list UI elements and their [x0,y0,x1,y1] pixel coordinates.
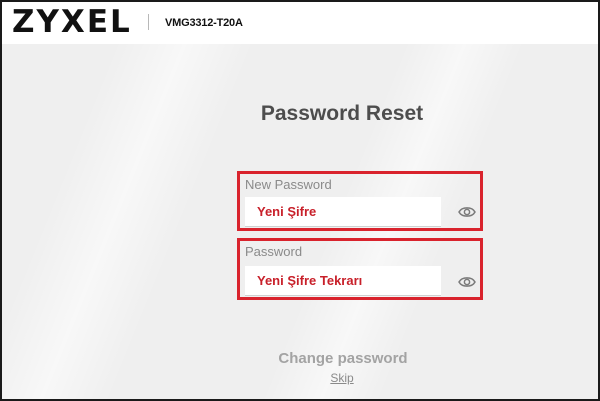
model-name: VMG3312-T20A [165,17,243,29]
page-title: Password Reset [260,102,424,125]
new-password-input[interactable]: Yeni Şifre [245,197,441,227]
header-divider [148,14,149,30]
confirm-password-group: Password Yeni Şifre Tekrarı [237,238,483,300]
change-password-button[interactable]: Change password [266,347,420,369]
header-bar: ZYXEL VMG3312-T20A [2,2,598,44]
eye-icon[interactable] [458,205,476,219]
confirm-password-input[interactable]: Yeni Şifre Tekrarı [245,266,441,296]
router-login-page: ZYXEL VMG3312-T20A Password Reset New Pa… [0,0,600,401]
new-password-label: New Password [245,177,332,192]
skip-link[interactable]: Skip [2,371,598,385]
eye-icon[interactable] [458,275,476,289]
background-streak [2,44,255,399]
confirm-password-label: Password [245,244,303,259]
zyxel-logo: ZYXEL [12,4,132,40]
new-password-group: New Password Yeni Şifre [237,171,483,231]
